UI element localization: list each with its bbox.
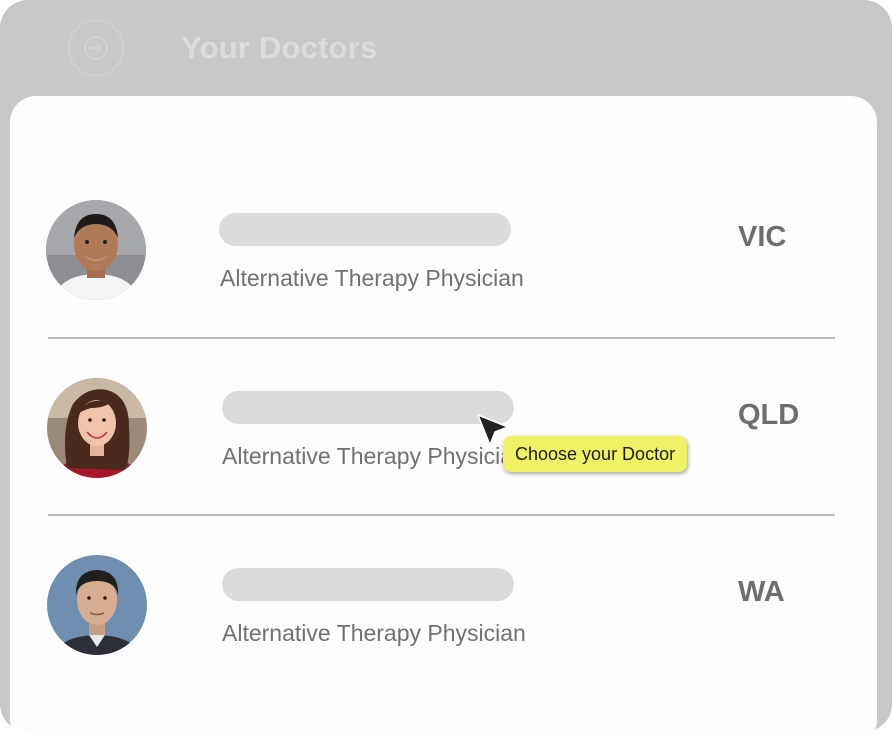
- doctor-row[interactable]: Alternative Therapy Physician WA: [10, 511, 877, 688]
- page-title: Your Doctors: [181, 30, 378, 65]
- doctor-state: QLD: [738, 399, 800, 431]
- female-doctor-avatar: [47, 378, 147, 478]
- male-doctor-avatar: [47, 555, 147, 655]
- male-doctor-avatar: [46, 200, 146, 300]
- doctor-state: VIC: [738, 221, 787, 253]
- doctor-row[interactable]: Alternative Therapy Physician VIC: [10, 156, 877, 333]
- arrow-right-circle-icon: [84, 36, 108, 60]
- doctor-state: WA: [738, 576, 785, 608]
- doctor-row[interactable]: Alternative Therapy Physician QLD: [10, 334, 877, 511]
- doctor-avatar[interactable]: [46, 200, 146, 300]
- choose-doctor-tooltip: Choose your Doctor: [503, 436, 688, 472]
- doctor-avatar[interactable]: [47, 378, 147, 478]
- doctor-avatar[interactable]: [47, 555, 147, 655]
- doctor-name-placeholder: [222, 568, 514, 601]
- doctor-name-placeholder: [219, 213, 511, 246]
- doctor-name-placeholder: [222, 391, 514, 424]
- doctor-specialty: Alternative Therapy Physician: [220, 265, 524, 291]
- doctor-specialty: Alternative Therapy Physician: [222, 443, 526, 469]
- back-button[interactable]: [68, 20, 124, 76]
- doctor-specialty: Alternative Therapy Physician: [222, 620, 526, 646]
- header: Your Doctors: [0, 0, 892, 96]
- app-frame: Your Doctors Alternative Therapy Physici…: [0, 0, 892, 732]
- doctor-list-panel: Alternative Therapy Physician VIC Altern…: [10, 96, 877, 732]
